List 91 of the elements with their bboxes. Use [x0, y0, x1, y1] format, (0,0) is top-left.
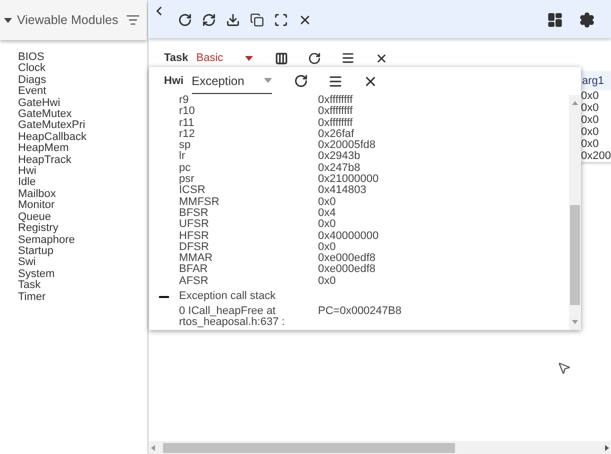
- register-value: 0x40000000: [318, 230, 379, 242]
- download-icon[interactable]: [226, 13, 240, 27]
- register-name: DFSR: [178, 242, 210, 253]
- module-item[interactable]: Semaphore: [18, 234, 75, 246]
- register-value: 0x21000000: [318, 174, 379, 186]
- table-cell-text: 0x0: [580, 138, 600, 150]
- module-item[interactable]: Hwi: [18, 166, 36, 178]
- call-stack-title: Exception call stack: [179, 291, 276, 303]
- columns-icon[interactable]: [275, 52, 288, 64]
- module-item[interactable]: Timer: [18, 292, 46, 303]
- table-cell-text: 0x0: [580, 90, 600, 102]
- module-item[interactable]: Registry: [18, 223, 58, 234]
- module-item[interactable]: Diags: [18, 74, 46, 86]
- hwi-view-select[interactable]: Exception: [192, 68, 272, 94]
- module-item[interactable]: Clock: [18, 63, 46, 75]
- table-cell-text: 0x0: [580, 126, 600, 138]
- register-name: lr: [178, 151, 186, 163]
- register-value: 0x0: [318, 276, 336, 288]
- refresh-icon[interactable]: [308, 52, 322, 64]
- module-item[interactable]: BIOS: [18, 52, 44, 64]
- module-item[interactable]: HeapMem: [18, 143, 69, 155]
- menu-icon[interactable]: [328, 74, 343, 88]
- register-value: 0x20005fd8: [318, 140, 376, 152]
- close-icon[interactable]: [298, 13, 312, 27]
- register-name: sp: [178, 140, 192, 152]
- register-value: 0x0: [318, 219, 336, 231]
- module-item[interactable]: Idle: [18, 177, 36, 189]
- module-item[interactable]: Startup: [18, 246, 54, 258]
- register-value: 0xe000edf8: [318, 253, 376, 264]
- caret-icon[interactable]: [4, 18, 12, 22]
- dropdown-caret-icon[interactable]: [264, 78, 272, 83]
- register-name: AFSR: [178, 276, 210, 288]
- table-cell-text: 0x0: [580, 102, 600, 114]
- hwi-label: Hwi: [164, 74, 184, 89]
- module-item[interactable]: Queue: [18, 212, 52, 224]
- register-value: 0x26faf: [318, 128, 354, 140]
- close-icon[interactable]: [375, 52, 388, 64]
- module-item[interactable]: HeapCallback: [18, 132, 86, 144]
- dropdown-caret-icon[interactable]: [245, 56, 254, 60]
- module-item[interactable]: Swi: [18, 257, 36, 269]
- module-item[interactable]: Monitor: [18, 200, 55, 212]
- mouse-cursor-icon: [557, 361, 571, 375]
- horizontal-scrollbar[interactable]: [149, 441, 611, 454]
- module-item[interactable]: GateHwi: [18, 98, 60, 110]
- task-view-select[interactable]: Basic: [196, 50, 254, 66]
- module-item[interactable]: System: [18, 268, 55, 280]
- register-name: MMFSR: [178, 196, 220, 208]
- register-name: BFAR: [178, 264, 209, 276]
- register-value: 0xffffffff: [318, 95, 353, 106]
- module-item[interactable]: GateMutex: [18, 109, 72, 120]
- sync-icon[interactable]: [202, 13, 216, 27]
- scroll-right-icon[interactable]: [605, 444, 609, 450]
- register-name: HFSR: [178, 230, 210, 242]
- module-item[interactable]: Mailbox: [18, 188, 56, 200]
- register-value: 0x2943b: [318, 151, 360, 163]
- register-name: psr: [178, 174, 194, 186]
- menu-icon[interactable]: [341, 51, 356, 65]
- register-name: r10: [178, 106, 196, 118]
- register-name: UFSR: [178, 219, 210, 231]
- module-item[interactable]: HeapTrack: [18, 154, 72, 166]
- register-value: 0x4: [318, 208, 336, 219]
- fullscreen-icon[interactable]: [274, 13, 288, 27]
- register-name: MMAR: [178, 253, 214, 264]
- register-value: 0xffffffff: [318, 118, 353, 129]
- register-name: pc: [178, 162, 192, 174]
- frame-pc: PC=0x000247B8: [318, 306, 402, 318]
- register-name: r12: [178, 128, 196, 140]
- module-item[interactable]: Event: [18, 86, 46, 98]
- refresh-icon[interactable]: [178, 13, 192, 27]
- register-value: 0x0: [318, 196, 336, 208]
- dashboard-icon[interactable]: [547, 12, 563, 28]
- register-value: 0x414803: [318, 185, 366, 197]
- register-name: BFSR: [178, 208, 210, 219]
- task-label: Task: [164, 50, 188, 66]
- register-value: 0xffffffff: [318, 106, 353, 118]
- copy-icon[interactable]: [250, 13, 264, 27]
- table-cell-text: 0x200: [580, 150, 611, 162]
- register-value: 0x247b8: [318, 162, 360, 174]
- table-cell-text: 0x0: [580, 114, 600, 126]
- register-value: 0x0: [318, 242, 336, 253]
- sidebar-title: Viewable Modules: [17, 12, 118, 29]
- register-name: r9: [178, 95, 190, 106]
- register-name: r11: [178, 118, 196, 129]
- register-value: 0xe000edf8: [318, 264, 376, 276]
- refresh-icon[interactable]: [294, 74, 308, 88]
- column-header: arg1: [579, 72, 611, 90]
- module-item[interactable]: Task: [18, 280, 41, 292]
- filter-icon[interactable]: [126, 13, 140, 27]
- module-item[interactable]: GateMutexPri: [18, 120, 86, 132]
- register-name: ICSR: [178, 185, 206, 197]
- frame-location: 0 ICall_heapFree at rtos_heaposal.h:637 :: [179, 306, 286, 329]
